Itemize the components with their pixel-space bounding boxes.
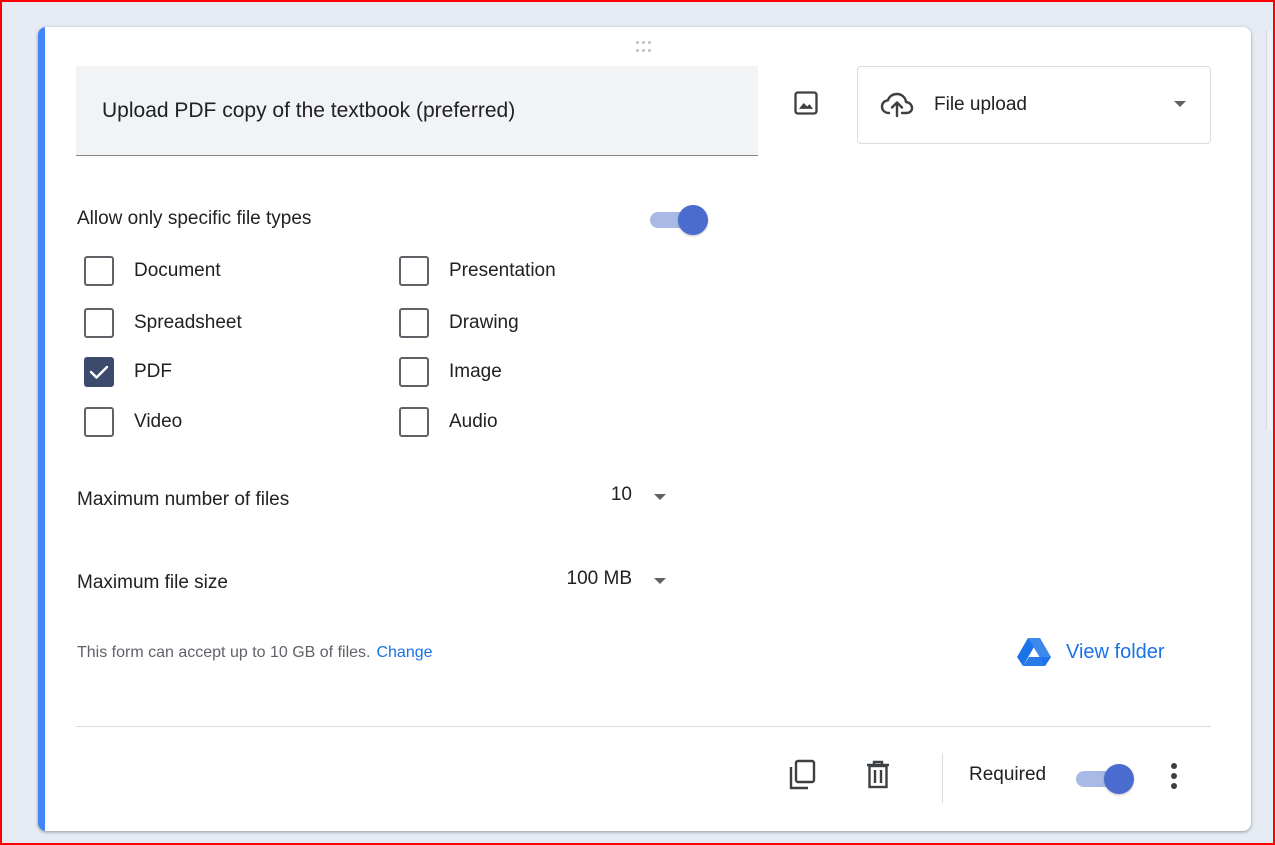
- checkbox-video[interactable]: Video: [84, 407, 182, 437]
- more-vert-icon[interactable]: [1156, 758, 1192, 794]
- checkbox-spreadsheet[interactable]: Spreadsheet: [84, 308, 242, 338]
- checkbox-box[interactable]: [84, 256, 114, 286]
- change-link[interactable]: Change: [376, 644, 432, 661]
- checkbox-image[interactable]: Image: [399, 357, 502, 387]
- checkbox-label: Drawing: [449, 312, 519, 333]
- google-drive-icon: [1017, 638, 1051, 666]
- question-title-text: Upload PDF copy of the textbook (preferr…: [102, 98, 516, 122]
- max-size-label: Maximum file size: [77, 572, 228, 593]
- checkbox-box[interactable]: [399, 256, 429, 286]
- required-toggle[interactable]: [1076, 763, 1134, 795]
- max-files-label: Maximum number of files: [77, 489, 290, 510]
- chevron-down-icon: [654, 494, 666, 500]
- checkbox-label: Presentation: [449, 260, 556, 281]
- specific-types-toggle[interactable]: [650, 204, 708, 236]
- question-type-dropdown[interactable]: File upload: [857, 66, 1211, 144]
- specific-types-label: Allow only specific file types: [77, 208, 312, 229]
- image-icon[interactable]: [790, 87, 822, 119]
- checkbox-presentation[interactable]: Presentation: [399, 256, 556, 286]
- checkbox-box[interactable]: [399, 357, 429, 387]
- max-files-value: 10: [610, 484, 632, 505]
- checkbox-box[interactable]: [84, 308, 114, 338]
- trash-icon[interactable]: [860, 757, 896, 793]
- question-type-label: File upload: [934, 94, 1027, 115]
- required-label: Required: [969, 764, 1047, 785]
- checkbox-box[interactable]: [399, 308, 429, 338]
- checkbox-audio[interactable]: Audio: [399, 407, 498, 437]
- cloud-upload-icon: [880, 92, 914, 118]
- checkbox-label: Audio: [449, 411, 498, 432]
- max-size-dropdown[interactable]: 100 MB: [518, 563, 688, 599]
- storage-note: This form can accept up to 10 GB of file…: [77, 644, 433, 662]
- chevron-down-icon: [654, 578, 666, 584]
- checkbox-label: Spreadsheet: [134, 312, 242, 333]
- footer-separator: [942, 753, 943, 803]
- checkbox-box[interactable]: [84, 407, 114, 437]
- checkbox-drawing[interactable]: Drawing: [399, 308, 519, 338]
- active-card-accent: [38, 27, 45, 831]
- question-title-input[interactable]: Upload PDF copy of the textbook (preferr…: [76, 66, 758, 156]
- checkbox-label: Document: [134, 260, 221, 281]
- checkmark-icon: [89, 365, 109, 379]
- checkbox-label: Video: [134, 411, 183, 432]
- view-folder-label: View folder: [1066, 640, 1165, 663]
- checkbox-label: PDF: [134, 361, 172, 382]
- checkbox-label: Image: [449, 361, 502, 382]
- max-files-dropdown[interactable]: 10: [558, 479, 688, 515]
- footer-divider: [76, 726, 1211, 727]
- question-card[interactable]: Upload PDF copy of the textbook (preferr…: [38, 27, 1251, 831]
- checkbox-box-checked[interactable]: [84, 357, 114, 387]
- chevron-down-icon: [1174, 101, 1186, 107]
- storage-note-text: This form can accept up to 10 GB of file…: [77, 644, 371, 661]
- checkbox-document[interactable]: Document: [84, 256, 221, 286]
- checkbox-box[interactable]: [399, 407, 429, 437]
- duplicate-icon[interactable]: [784, 757, 820, 793]
- max-size-value: 100 MB: [566, 568, 632, 589]
- view-folder-button[interactable]: View folder: [1016, 637, 1165, 667]
- checkbox-pdf[interactable]: PDF: [84, 357, 172, 387]
- drag-handle-icon[interactable]: [631, 41, 655, 53]
- side-panel-edge: [1266, 30, 1272, 430]
